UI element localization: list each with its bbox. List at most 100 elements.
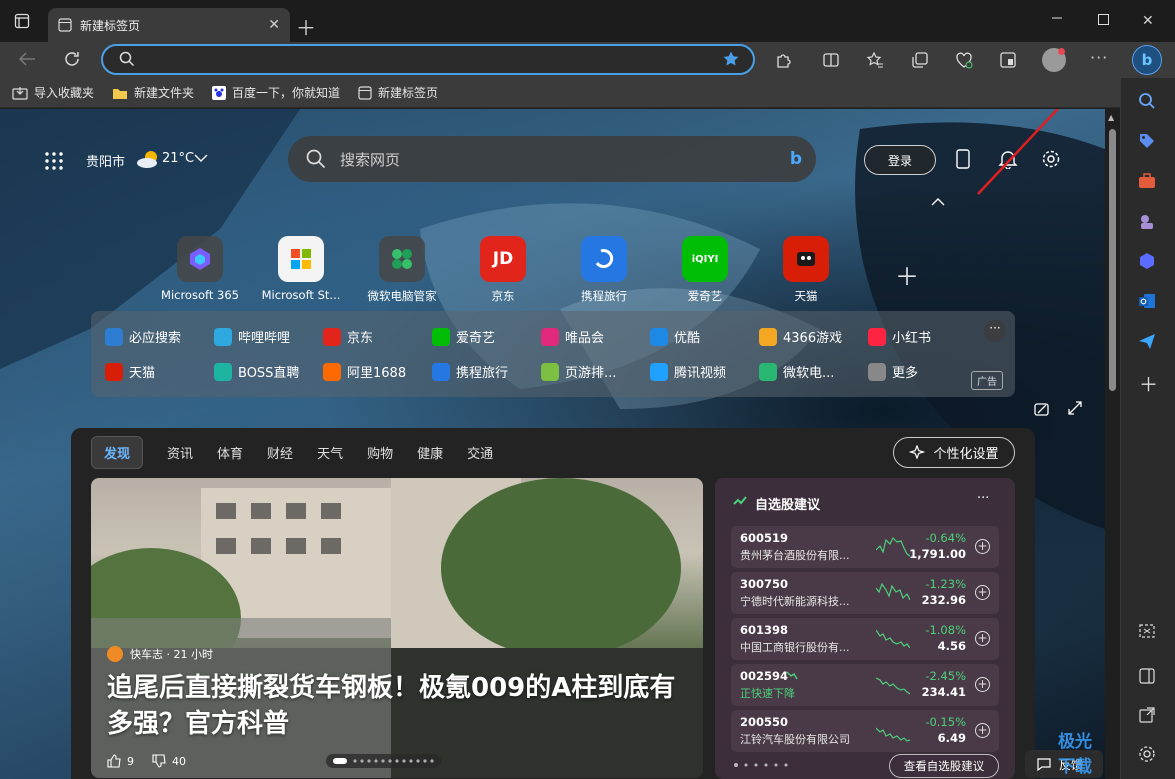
- apps-grid-icon[interactable]: [44, 151, 64, 171]
- stock-row[interactable]: 002594 正快速下降 -2.45% 234.41 +: [731, 664, 999, 706]
- fullscreen-icon[interactable]: [1068, 401, 1082, 415]
- weather-temp[interactable]: 21°C: [162, 151, 194, 166]
- copilot-icon[interactable]: b: [1132, 45, 1162, 75]
- more-options-icon[interactable]: ···: [1090, 48, 1108, 67]
- games-icon[interactable]: [1138, 212, 1156, 230]
- quick-link[interactable]: 唯品会: [541, 327, 650, 346]
- screenshot-icon[interactable]: [1138, 622, 1156, 640]
- shopping-tag-icon[interactable]: [1138, 132, 1156, 150]
- stock-row[interactable]: 600519 贵州茅台酒股份有限... -0.64% 1,791.00 +: [731, 526, 999, 568]
- add-stock-icon[interactable]: +: [975, 723, 990, 738]
- refresh-icon[interactable]: [63, 50, 81, 68]
- tile-microsoft-store[interactable]: Microsoft St...: [256, 236, 346, 304]
- personalize-button[interactable]: 个性化设置: [893, 437, 1015, 468]
- tile-tmall[interactable]: 天猫: [761, 236, 851, 304]
- favorites-icon[interactable]: [866, 51, 884, 69]
- tab-shopping[interactable]: 购物: [367, 443, 393, 462]
- add-favorite-star-icon[interactable]: [722, 50, 740, 68]
- collapse-chevron-up-icon[interactable]: [931, 197, 945, 207]
- bookmark-import[interactable]: 导入收藏夹: [12, 84, 94, 101]
- outlook-icon[interactable]: [1138, 292, 1156, 310]
- quick-link[interactable]: 天猫: [105, 362, 214, 381]
- more-options-icon[interactable]: ···: [984, 320, 1006, 342]
- tile-pc-manager[interactable]: 微软电脑管家: [357, 236, 447, 304]
- quick-link[interactable]: 腾讯视频: [650, 362, 759, 381]
- scroll-up-icon[interactable]: ▲: [1108, 113, 1114, 122]
- customize-background-icon[interactable]: [1034, 401, 1050, 417]
- tab-finance[interactable]: 财经: [267, 443, 293, 462]
- tile-jd[interactable]: JD 京东: [458, 236, 548, 304]
- quick-link[interactable]: 优酷: [650, 327, 759, 346]
- split-screen-icon[interactable]: [822, 51, 840, 69]
- add-site-icon[interactable]: ＋: [895, 257, 919, 292]
- tab-discover[interactable]: 发现: [91, 436, 144, 469]
- tab-actions-icon[interactable]: [14, 13, 30, 29]
- add-stock-icon[interactable]: +: [975, 585, 990, 600]
- open-external-icon[interactable]: [1138, 706, 1156, 724]
- thumbs-up-icon[interactable]: [107, 754, 121, 768]
- quick-link[interactable]: 4366游戏: [759, 327, 868, 346]
- address-bar[interactable]: [101, 44, 755, 75]
- extensions-icon[interactable]: [774, 51, 792, 69]
- weather-city[interactable]: 贵阳市: [86, 151, 125, 170]
- add-stock-icon[interactable]: +: [975, 631, 990, 646]
- more-options-icon[interactable]: ···: [977, 491, 989, 506]
- new-tab-icon[interactable]: ＋: [296, 12, 316, 41]
- bing-icon[interactable]: b: [790, 149, 802, 169]
- tab-health[interactable]: 健康: [417, 443, 443, 462]
- quick-link[interactable]: 必应搜索: [105, 327, 214, 346]
- collections-icon[interactable]: [911, 51, 929, 69]
- tools-briefcase-icon[interactable]: [1138, 172, 1156, 190]
- tab-traffic[interactable]: 交通: [467, 443, 493, 462]
- tile-ctrip[interactable]: 携程旅行: [559, 236, 649, 304]
- quick-link[interactable]: 携程旅行: [432, 362, 541, 381]
- search-icon[interactable]: [1138, 92, 1156, 110]
- stock-row[interactable]: 300750 宁德时代新能源科技... -1.23% 232.96 +: [731, 572, 999, 614]
- add-stock-icon[interactable]: +: [975, 677, 990, 692]
- view-stocks-button[interactable]: 查看自选股建议: [889, 754, 999, 778]
- login-button[interactable]: 登录: [864, 145, 936, 175]
- chevron-down-icon[interactable]: [194, 153, 208, 163]
- profile-avatar[interactable]: [1042, 48, 1066, 72]
- tab-weather[interactable]: 天气: [317, 443, 343, 462]
- performance-icon[interactable]: [999, 51, 1017, 69]
- bookmark-baidu[interactable]: 百度一下，你就知道: [212, 84, 340, 101]
- tile-microsoft-365[interactable]: Microsoft 365: [155, 236, 245, 304]
- quick-link[interactable]: 页游排...: [541, 362, 650, 381]
- quick-link[interactable]: 阿里1688: [323, 362, 432, 381]
- browser-essentials-icon[interactable]: [955, 51, 973, 69]
- bookmark-new-tab[interactable]: 新建标签页: [358, 84, 438, 101]
- settings-gear-icon[interactable]: [1138, 745, 1156, 763]
- sidebar-layout-icon[interactable]: [1138, 667, 1156, 685]
- mobile-icon[interactable]: [956, 149, 970, 169]
- tab-new-tab[interactable]: 新建标签页 ✕: [48, 8, 290, 42]
- minimize-icon[interactable]: [1050, 12, 1064, 24]
- scrollbar[interactable]: ▲: [1105, 109, 1120, 779]
- web-search-box[interactable]: 搜索网页 b: [288, 136, 816, 182]
- quick-link[interactable]: 更多: [868, 362, 977, 381]
- add-stock-icon[interactable]: +: [975, 539, 990, 554]
- stock-row[interactable]: 200550 江铃汽车股份有限公司 -0.15% 6.49 +: [731, 710, 999, 752]
- quick-link[interactable]: BOSS直聘: [214, 362, 323, 381]
- quick-link[interactable]: 哔哩哔哩: [214, 327, 323, 346]
- stock-row[interactable]: 601398 中国工商银行股份有... -1.08% 4.56 +: [731, 618, 999, 660]
- send-icon[interactable]: [1138, 332, 1156, 350]
- quick-link[interactable]: 爱奇艺: [432, 327, 541, 346]
- back-icon[interactable]: [18, 51, 36, 67]
- tab-news[interactable]: 资讯: [167, 443, 193, 462]
- pagination-dots[interactable]: [733, 762, 793, 768]
- bookmark-folder[interactable]: 新建文件夹: [112, 84, 194, 101]
- carousel-dots[interactable]: [326, 754, 441, 768]
- add-sidebar-app-icon[interactable]: ＋: [1139, 370, 1158, 397]
- close-tab-icon[interactable]: ✕: [268, 17, 280, 33]
- scrollbar-thumb[interactable]: [1109, 129, 1116, 391]
- quick-link[interactable]: 微软电...: [759, 362, 868, 381]
- thumbs-down-icon[interactable]: [152, 754, 166, 768]
- close-window-icon[interactable]: ✕: [1142, 13, 1154, 29]
- quick-link[interactable]: 京东: [323, 327, 432, 346]
- article-title[interactable]: 追尾后直接撕裂货车钢板！极氪009的A柱到底有多强？官方科普: [107, 670, 687, 742]
- quick-link[interactable]: 小红书: [868, 327, 977, 346]
- tab-sports[interactable]: 体育: [217, 443, 243, 462]
- microsoft-365-icon[interactable]: [1138, 252, 1156, 270]
- hero-article[interactable]: 快车志 · 21 小时 追尾后直接撕裂货车钢板！极氪009的A柱到底有多强？官方…: [91, 478, 703, 778]
